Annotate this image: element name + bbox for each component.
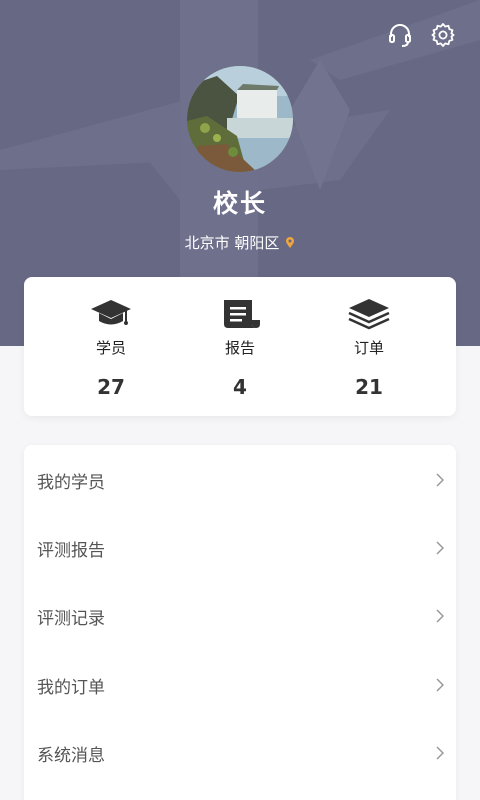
stat-value: 27	[97, 375, 125, 399]
stat-label: 报告	[224, 339, 255, 357]
location-text: 北京市 朝阳区	[184, 234, 280, 252]
stat-value: 21	[355, 375, 383, 399]
menu-list: 我的学员 评测报告 评测记录 我的订单 系统消息	[24, 445, 456, 800]
stat-label: 订单	[353, 339, 384, 357]
chevron-right-icon	[436, 746, 444, 760]
stat-label: 学员	[95, 339, 126, 357]
stat-students[interactable]: 学员 27	[39, 277, 183, 416]
gear-icon[interactable]	[428, 20, 458, 50]
graduation-cap-icon	[39, 297, 183, 331]
stat-reports[interactable]: 报告 4	[168, 277, 312, 416]
menu-item-label: 系统消息	[37, 745, 105, 766]
chevron-right-icon	[436, 609, 444, 623]
menu-item-label: 评测报告	[37, 540, 105, 561]
username: 校长	[212, 189, 267, 218]
chevron-right-icon	[436, 541, 444, 555]
stat-value: 4	[233, 375, 247, 399]
scroll-report-icon	[168, 297, 312, 331]
menu-item-my-orders[interactable]: 我的订单	[24, 651, 456, 719]
menu-item-system-messages[interactable]: 系统消息	[24, 719, 456, 787]
layers-icon	[297, 297, 441, 331]
map-pin-icon	[285, 236, 295, 249]
chevron-right-icon	[436, 473, 444, 487]
menu-item-assessment-reports[interactable]: 评测报告	[24, 514, 456, 582]
stats-card: 学员 27 报告 4 订单 21	[24, 277, 456, 416]
menu-item-label: 我的学员	[37, 472, 105, 493]
menu-item-label: 评测记录	[37, 608, 105, 629]
menu-item-my-students[interactable]: 我的学员	[24, 446, 456, 514]
stat-orders[interactable]: 订单 21	[297, 277, 441, 416]
menu-item-assessment-records[interactable]: 评测记录	[24, 582, 456, 650]
headset-icon[interactable]	[385, 20, 415, 50]
chevron-right-icon	[436, 678, 444, 692]
avatar[interactable]	[187, 66, 293, 172]
location: 北京市 朝阳区	[0, 232, 480, 253]
menu-item-label: 我的订单	[37, 677, 105, 698]
